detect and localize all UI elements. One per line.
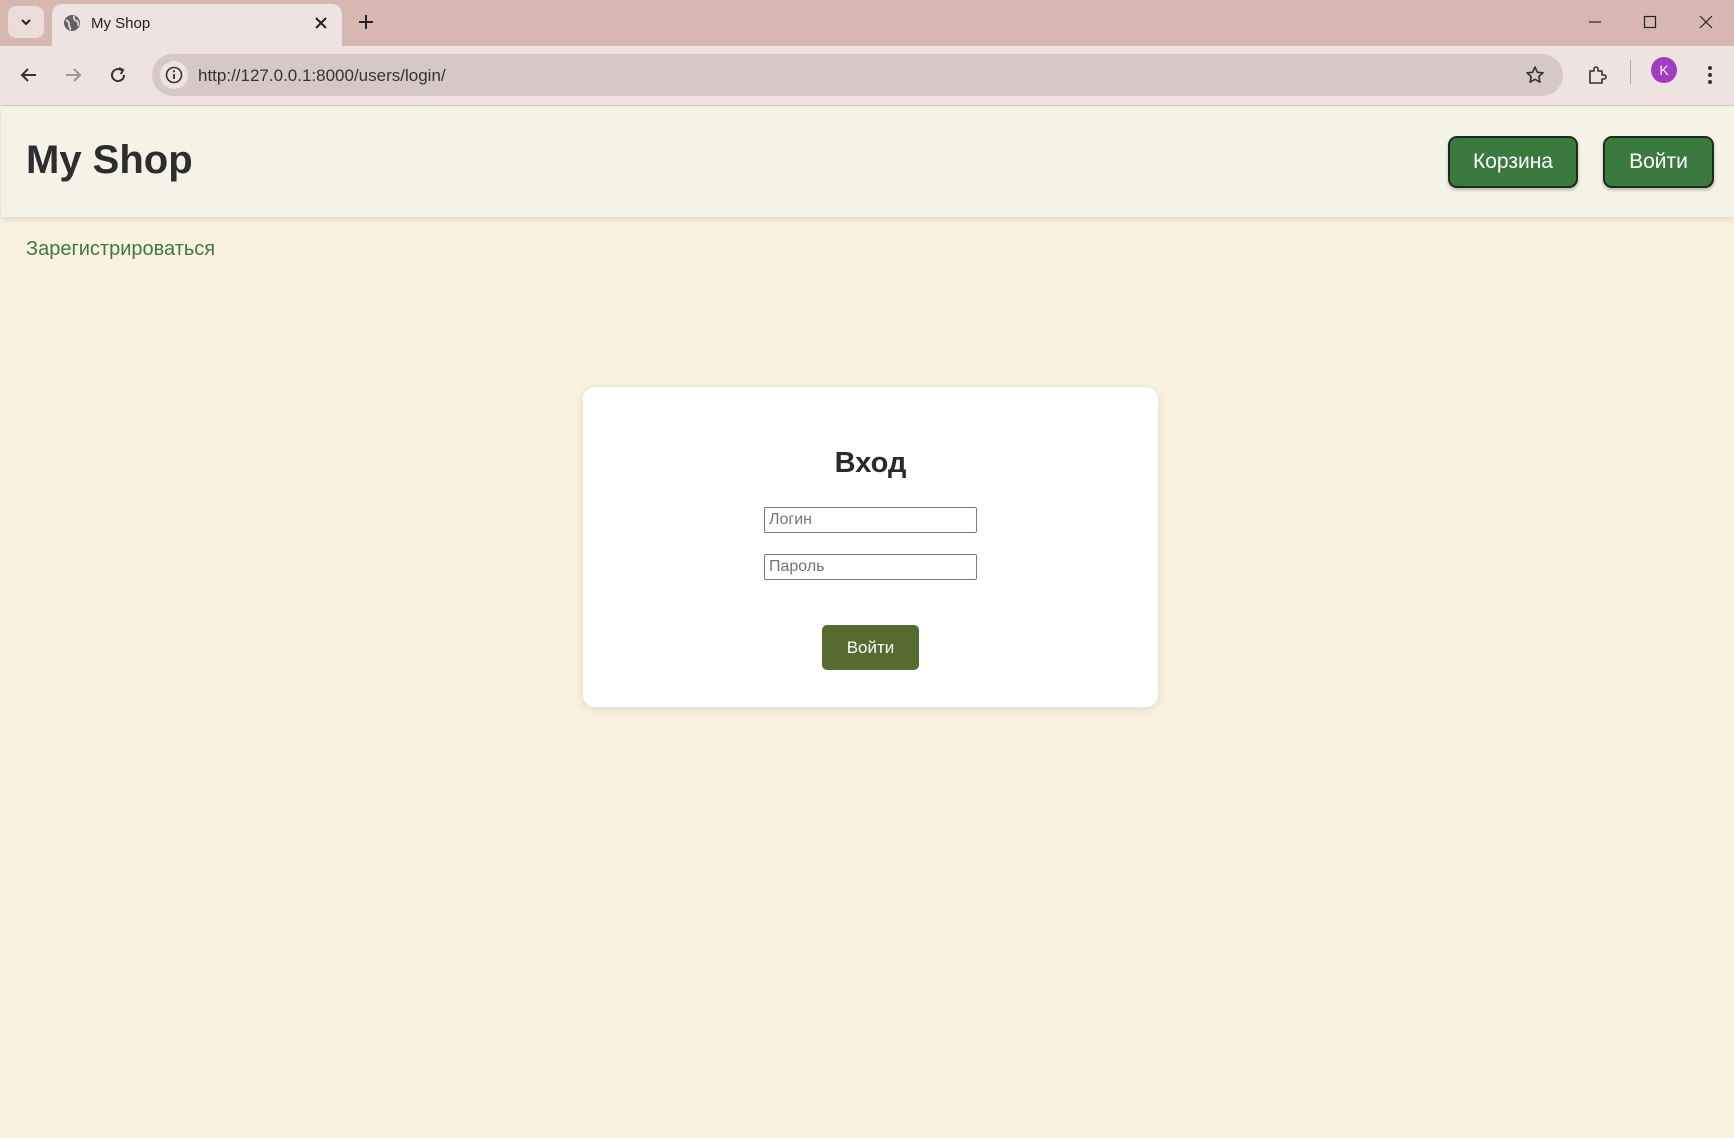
star-icon xyxy=(1526,66,1544,83)
toolbar-divider xyxy=(1630,60,1631,84)
window-close-button[interactable] xyxy=(1678,0,1734,44)
close-icon xyxy=(315,17,327,29)
browser-tab-strip: My Shop xyxy=(0,0,1734,46)
reload-button[interactable] xyxy=(101,58,135,92)
username-input[interactable] xyxy=(764,507,977,533)
address-bar[interactable]: http://127.0.0.1:8000/users/login/ xyxy=(152,54,1563,96)
minimize-icon xyxy=(1589,21,1601,23)
puzzle-icon xyxy=(1589,66,1607,84)
url-text: http://127.0.0.1:8000/users/login/ xyxy=(198,66,446,85)
maximize-button[interactable] xyxy=(1622,0,1678,44)
browser-menu-button[interactable] xyxy=(1693,58,1727,92)
minimize-button[interactable] xyxy=(1567,0,1623,44)
info-icon xyxy=(165,66,183,84)
reload-icon xyxy=(111,67,126,83)
login-submit-button[interactable]: Войти xyxy=(822,625,919,670)
extensions-button[interactable] xyxy=(1580,58,1614,92)
maximize-icon xyxy=(1643,15,1657,29)
arrow-right-icon xyxy=(66,68,82,82)
page-content: My Shop Корзина Войти Зарегистрироваться… xyxy=(1,107,1734,1138)
header-login-button[interactable]: Войти xyxy=(1603,136,1714,188)
site-logo[interactable]: My Shop xyxy=(26,138,193,183)
browser-tab[interactable]: My Shop xyxy=(52,4,342,46)
forward-button[interactable] xyxy=(56,58,90,92)
globe-icon xyxy=(64,15,80,31)
password-input[interactable] xyxy=(764,554,977,580)
browser-toolbar: http://127.0.0.1:8000/users/login/ K xyxy=(0,46,1734,106)
site-info-button[interactable] xyxy=(160,61,188,89)
tab-close-button[interactable] xyxy=(310,12,332,34)
login-card: Вход Войти xyxy=(583,387,1158,707)
plus-icon xyxy=(359,15,373,29)
register-link[interactable]: Зарегистрироваться xyxy=(26,238,215,261)
profile-avatar[interactable]: K xyxy=(1651,57,1677,83)
back-button[interactable] xyxy=(12,58,46,92)
site-header: My Shop Корзина Войти xyxy=(1,107,1734,217)
tab-title: My Shop xyxy=(91,15,151,32)
bookmark-button[interactable] xyxy=(1523,63,1547,87)
tab-search-button[interactable] xyxy=(8,6,44,38)
chevron-down-icon xyxy=(21,19,31,26)
new-tab-button[interactable] xyxy=(352,8,380,36)
login-title: Вход xyxy=(834,447,907,479)
more-vertical-icon xyxy=(1708,66,1712,84)
arrow-left-icon xyxy=(20,68,36,82)
cart-button[interactable]: Корзина xyxy=(1448,136,1578,188)
close-icon xyxy=(1699,15,1713,29)
